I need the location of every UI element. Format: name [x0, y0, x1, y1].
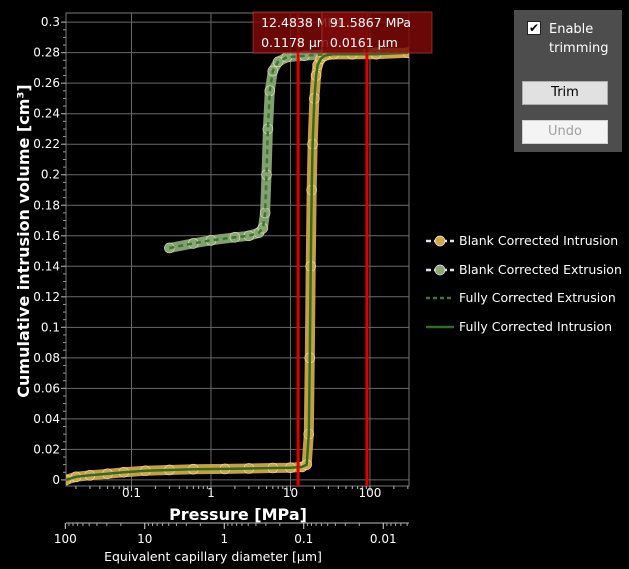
- y-tick-label: 0.24: [33, 107, 60, 121]
- y-tick-label: 0.3: [41, 15, 60, 29]
- legend-swatch-marker: [434, 235, 446, 247]
- y-axis-label: Cumulative intrusion volume [cm³]: [14, 84, 33, 397]
- legend-swatch: [426, 296, 454, 300]
- grid-lines: [65, 12, 410, 487]
- y-tick-label: 0.28: [33, 46, 60, 60]
- legend-swatch: [426, 235, 454, 247]
- trim-marker-pressure: 91.5867 MPa: [330, 15, 411, 30]
- trimming-panel: ✔ Enable trimming Trim Undo: [514, 10, 622, 152]
- legend-label: Fully Corrected Intrusion: [459, 318, 613, 334]
- y-tick-label: 0.12: [33, 290, 60, 304]
- y-tick-label: 0.14: [33, 259, 60, 273]
- legend-swatch: [426, 264, 454, 275]
- secondary-x-tick-label: 0.01: [370, 532, 397, 546]
- y-tick-label: 0.18: [33, 198, 60, 212]
- enable-trimming-label: Enable trimming: [549, 22, 609, 56]
- x-axis-label: Pressure [MPa]: [169, 505, 307, 524]
- fully-corrected-extrusion-line: [169, 51, 408, 250]
- y-tick-label: 0.08: [33, 351, 60, 365]
- legend-swatch-marker: [434, 264, 446, 275]
- plot-frame: [65, 12, 410, 487]
- trim-marker-diameter: 0.0161 µm: [330, 35, 398, 50]
- y-tick-label: 0.16: [33, 229, 60, 243]
- y-tick-label: 0.26: [33, 76, 60, 90]
- undo-button[interactable]: Undo: [522, 120, 608, 144]
- legend-label: Fully Corrected Extrusion: [459, 290, 616, 305]
- blank-corrected-extrusion-line: [164, 47, 409, 253]
- y-tick-label: 0.22: [33, 137, 60, 151]
- legend-label: Blank Corrected Extrusion: [459, 261, 622, 277]
- secondary-x-tick-label: 1: [220, 532, 228, 546]
- y-tick-label: 0.02: [33, 442, 60, 456]
- legend-label: Blank Corrected Intrusion: [459, 233, 619, 248]
- blank-corrected-extrusion-point: [281, 51, 293, 63]
- trim-button[interactable]: Trim: [522, 81, 608, 105]
- secondary-x-axis-label: Equivalent capillary diameter [µm]: [104, 549, 322, 564]
- enable-trimming-checkbox[interactable]: ✔: [527, 21, 541, 35]
- y-tick-label: 0: [52, 473, 60, 487]
- secondary-x-tick-label: 10: [137, 532, 152, 546]
- legend-swatch: [426, 325, 454, 328]
- y-tick-label: 0.04: [33, 412, 60, 426]
- y-tick-label: 0.06: [33, 381, 60, 395]
- trim-marker-diameter: 0.1178 µm: [261, 35, 329, 50]
- secondary-x-tick-label: 0.1: [294, 532, 313, 546]
- y-tick-label: 0.2: [41, 168, 60, 182]
- y-tick-label: 0.1: [41, 320, 60, 334]
- secondary-x-tick-label: 100: [54, 532, 77, 546]
